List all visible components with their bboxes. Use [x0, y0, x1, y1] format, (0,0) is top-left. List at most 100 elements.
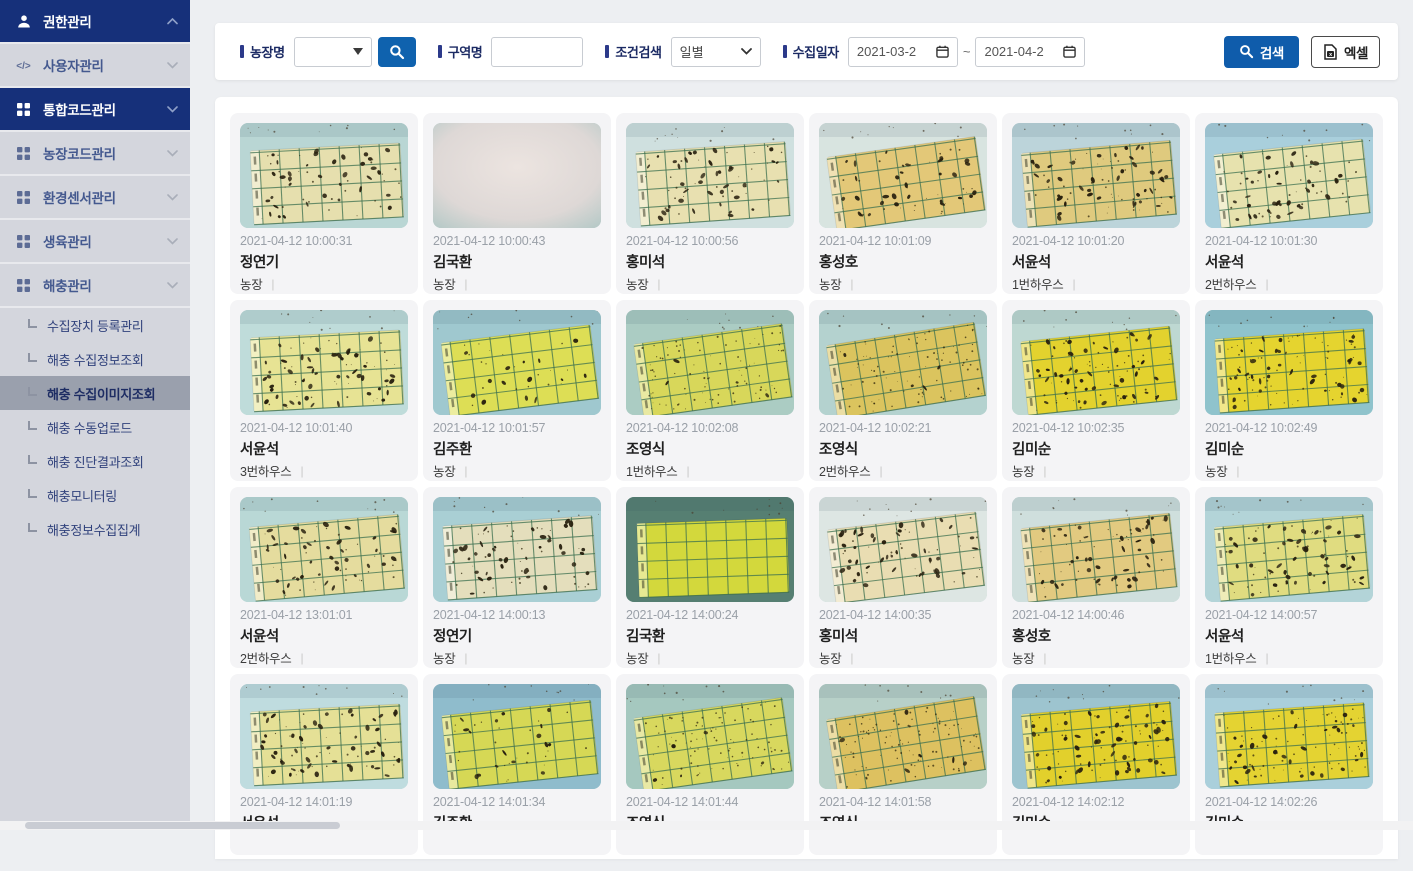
divider: |	[1072, 277, 1075, 291]
zone-name-input[interactable]	[491, 37, 583, 67]
capture-timestamp: 2021-04-12 10:01:20	[1012, 234, 1180, 248]
image-card[interactable]: 2021-04-12 14:00:24 김국환 농장 |	[616, 487, 804, 668]
sidebar-item-2[interactable]: 통합코드관리	[0, 88, 190, 132]
capture-timestamp: 2021-04-12 10:01:09	[819, 234, 987, 248]
capture-timestamp: 2021-04-12 14:00:13	[433, 608, 601, 622]
image-card[interactable]: 2021-04-12 10:02:49 김미순 농장 |	[1195, 300, 1383, 481]
location-row: 농장 |	[626, 650, 794, 665]
farm-name-label: 농장명	[240, 42, 285, 61]
trap-photo	[626, 497, 794, 602]
condition-filter-group: 조건검색 일별	[605, 37, 760, 67]
excel-button[interactable]: x 엑셀	[1311, 36, 1380, 68]
trap-photo	[819, 123, 987, 228]
date-to-input[interactable]: 2021-04-2	[975, 37, 1085, 67]
trap-photo	[1012, 310, 1180, 415]
image-card[interactable]: 2021-04-12 10:01:40 서윤석 3번하우스 |	[230, 300, 418, 481]
farm-select[interactable]	[294, 37, 372, 67]
chevron-down-icon	[167, 282, 178, 289]
location-label: 2번하우스	[240, 648, 291, 667]
grid-icon	[15, 102, 32, 117]
sidebar-subitem-2[interactable]: 해충 수집이미지조회	[0, 376, 190, 410]
image-card[interactable]: 2021-04-12 10:01:09 홍성호 농장 |	[809, 113, 997, 294]
search-button[interactable]: 검색	[1224, 36, 1299, 68]
sidebar-subitem-4[interactable]: 해충 진단결과조회	[0, 444, 190, 478]
farmer-name: 홍성호	[1012, 625, 1180, 646]
sidebar-subitem-1[interactable]: 해충 수집정보조회	[0, 342, 190, 376]
location-row: 농장 |	[433, 650, 601, 665]
location-row: 2번하우스 |	[1205, 276, 1373, 291]
corner-icon	[28, 353, 37, 362]
location-row: 2번하우스 |	[819, 463, 987, 478]
image-card[interactable]: 2021-04-12 10:01:30 서윤석 2번하우스 |	[1195, 113, 1383, 294]
image-card[interactable]: 2021-04-12 10:01:20 서윤석 1번하우스 |	[1002, 113, 1190, 294]
image-card[interactable]: 2021-04-12 10:00:31 정연기 농장 |	[230, 113, 418, 294]
capture-timestamp: 2021-04-12 14:01:44	[626, 795, 794, 809]
filter-actions: 검색 x 엑셀	[1224, 36, 1380, 68]
divider: |	[464, 651, 467, 665]
svg-text:</>: </>	[16, 61, 31, 71]
image-card-grid: 2021-04-12 10:00:31 정연기 농장 | 2021-04-12 …	[215, 97, 1398, 871]
image-card[interactable]: 2021-04-12 10:02:35 김미순 농장 |	[1002, 300, 1190, 481]
trap-photo	[626, 123, 794, 228]
capture-timestamp: 2021-04-12 10:01:40	[240, 421, 408, 435]
trap-photo	[433, 497, 601, 602]
excel-button-label: 엑셀	[1344, 42, 1368, 62]
horizontal-scrollbar[interactable]	[0, 821, 1413, 830]
farm-filter-group: 농장명	[240, 37, 416, 67]
sidebar-subitem-0[interactable]: 수집장치 등록관리	[0, 308, 190, 342]
sidebar-subitem-label: 해충 수동업로드	[47, 418, 132, 437]
image-card[interactable]: 2021-04-12 10:02:08 조영식 1번하우스 |	[616, 300, 804, 481]
capture-timestamp: 2021-04-12 14:02:26	[1205, 795, 1373, 809]
condition-select[interactable]: 일별	[671, 37, 761, 67]
capture-timestamp: 2021-04-12 14:00:24	[626, 608, 794, 622]
location-row: 농장 |	[819, 276, 987, 291]
location-row: 농장 |	[240, 276, 408, 291]
trap-photo	[1205, 684, 1373, 789]
divider: |	[686, 464, 689, 478]
farmer-name: 김국환	[433, 251, 601, 272]
condition-label: 조건검색	[605, 42, 661, 61]
excel-icon: x	[1323, 44, 1338, 60]
sidebar-subitem-3[interactable]: 해충 수동업로드	[0, 410, 190, 444]
image-card[interactable]: 2021-04-12 14:00:13 정연기 농장 |	[423, 487, 611, 668]
corner-icon	[28, 319, 37, 328]
image-card[interactable]: 2021-04-12 14:00:35 홍미석 농장 |	[809, 487, 997, 668]
image-card[interactable]: 2021-04-12 10:02:21 조영식 2번하우스 |	[809, 300, 997, 481]
sidebar-item-label: 해충관리	[43, 275, 167, 295]
farmer-name: 서윤석	[1012, 251, 1180, 272]
sidebar-item-6[interactable]: 해충관리	[0, 264, 190, 308]
chevron-down-icon	[741, 48, 752, 55]
capture-timestamp: 2021-04-12 13:01:01	[240, 608, 408, 622]
horizontal-scrollbar-thumb[interactable]	[25, 822, 340, 829]
location-row: 농장 |	[433, 463, 601, 478]
image-card[interactable]: 2021-04-12 13:01:01 서윤석 2번하우스 |	[230, 487, 418, 668]
farm-search-button[interactable]	[378, 37, 416, 67]
image-card[interactable]: 2021-04-12 10:00:43 김국환 농장 |	[423, 113, 611, 294]
calendar-icon[interactable]	[1063, 45, 1076, 58]
calendar-icon[interactable]	[936, 45, 949, 58]
farmer-name: 김미순	[1012, 438, 1180, 459]
divider: |	[1043, 464, 1046, 478]
trap-photo	[1012, 497, 1180, 602]
image-card[interactable]: 2021-04-12 10:01:57 김주환 농장 |	[423, 300, 611, 481]
date-from-input[interactable]: 2021-03-2	[848, 37, 958, 67]
sidebar-item-1[interactable]: </>사용자관리	[0, 44, 190, 88]
sidebar-item-3[interactable]: 농장코드관리	[0, 132, 190, 176]
sidebar-subitem-5[interactable]: 해충모니터링	[0, 478, 190, 512]
dropdown-arrow-icon	[353, 48, 363, 55]
sidebar-item-5[interactable]: 생육관리	[0, 220, 190, 264]
sidebar-item-4[interactable]: 환경센서관리	[0, 176, 190, 220]
farmer-name: 김미순	[1205, 438, 1373, 459]
divider: |	[657, 651, 660, 665]
collect-date-label: 수집일자	[783, 42, 839, 61]
zone-name-label-text: 구역명	[448, 42, 483, 61]
sidebar-subitem-6[interactable]: 해충정보수집집계	[0, 512, 190, 546]
farmer-name: 홍성호	[819, 251, 987, 272]
location-row: 2번하우스 |	[240, 650, 408, 665]
image-card[interactable]: 2021-04-12 10:00:56 홍미석 농장 |	[616, 113, 804, 294]
divider: |	[850, 651, 853, 665]
sidebar-item-0[interactable]: 권한관리	[0, 0, 190, 44]
image-card[interactable]: 2021-04-12 14:00:57 서윤석 1번하우스 |	[1195, 487, 1383, 668]
image-card[interactable]: 2021-04-12 14:00:46 홍성호 농장 |	[1002, 487, 1190, 668]
location-label: 농장	[1205, 461, 1227, 480]
